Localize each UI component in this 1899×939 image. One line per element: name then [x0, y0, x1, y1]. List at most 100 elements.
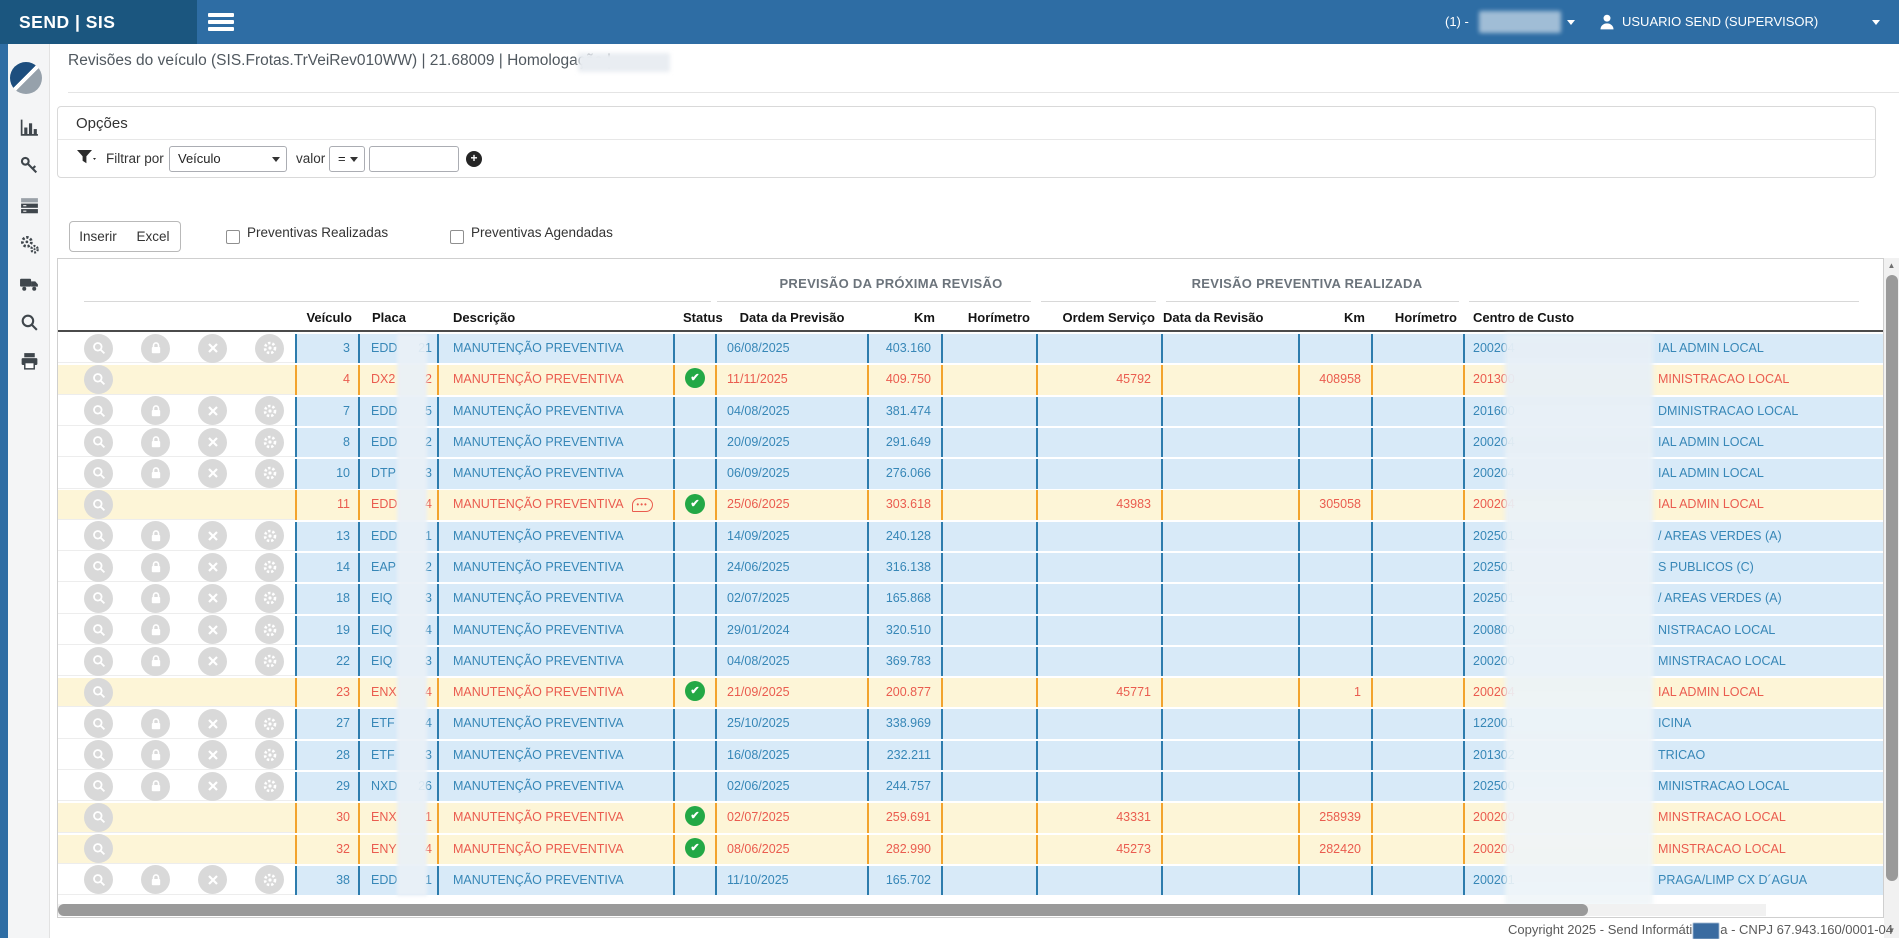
row-lock-button[interactable]	[141, 865, 170, 894]
comment-icon[interactable]	[632, 498, 653, 512]
column-header-ordem-servico[interactable]: Ordem Serviço	[1038, 303, 1161, 330]
row-delete-button[interactable]	[198, 334, 227, 363]
row-search-button[interactable]	[84, 521, 113, 550]
horizontal-scrollbar[interactable]	[58, 904, 1766, 916]
column-header-data-previsao[interactable]: Data da Previsão	[717, 303, 867, 330]
gears-icon[interactable]	[19, 234, 40, 255]
cell-descricao: MANUTENÇÃO PREVENTIVA	[439, 835, 673, 864]
filter-field-select[interactable]: Veículo	[169, 146, 287, 172]
excel-button[interactable]: Excel	[126, 221, 181, 252]
cell-data-previsao: 02/06/2025	[717, 772, 867, 801]
checkbox-preventivas-realizadas[interactable]	[226, 230, 240, 244]
filter-value-input[interactable]	[369, 146, 459, 172]
hamburger-menu-icon[interactable]	[208, 13, 234, 32]
cell-km-previsao: 200.877	[869, 678, 941, 707]
row-lock-button[interactable]	[141, 772, 170, 801]
cell-data-previsao: 08/06/2025	[717, 835, 867, 864]
vertical-scrollbar[interactable]: ▲ ▼	[1884, 258, 1899, 938]
column-header-data-revisao[interactable]: Data da Revisão	[1163, 303, 1298, 330]
row-search-button[interactable]	[84, 834, 113, 863]
row-settings-button[interactable]	[255, 459, 284, 488]
add-filter-button[interactable]: +	[466, 151, 482, 167]
row-settings-button[interactable]	[255, 615, 284, 644]
row-search-button[interactable]	[84, 490, 113, 519]
row-search-button[interactable]	[84, 584, 113, 613]
row-lock-button[interactable]	[141, 647, 170, 676]
column-header-descricao[interactable]: Descrição	[439, 303, 673, 330]
column-header-horimetro-previsao[interactable]: Horímetro	[943, 303, 1036, 330]
insert-button[interactable]: Inserir	[69, 221, 127, 252]
scroll-up-arrow[interactable]: ▲	[1884, 258, 1899, 273]
search-icon[interactable]	[19, 312, 40, 333]
row-delete-button[interactable]	[198, 428, 227, 457]
chevron-down-icon[interactable]	[1567, 20, 1575, 25]
row-lock-button[interactable]	[141, 521, 170, 550]
row-delete-button[interactable]	[198, 553, 227, 582]
row-search-button[interactable]	[84, 428, 113, 457]
row-settings-button[interactable]	[255, 740, 284, 769]
chevron-down-icon[interactable]	[1872, 20, 1880, 25]
row-delete-button[interactable]	[198, 740, 227, 769]
environment-select[interactable]	[1479, 11, 1561, 33]
row-lock-button[interactable]	[141, 584, 170, 613]
row-search-button[interactable]	[84, 334, 113, 363]
row-delete-button[interactable]	[198, 521, 227, 550]
bar-chart-icon[interactable]	[19, 117, 40, 138]
send-logo-icon[interactable]	[10, 62, 42, 94]
row-search-button[interactable]	[84, 772, 113, 801]
row-search-button[interactable]	[84, 803, 113, 832]
row-search-button[interactable]	[84, 396, 113, 425]
row-settings-button[interactable]	[255, 772, 284, 801]
truck-icon[interactable]	[19, 273, 40, 294]
column-header-placa[interactable]: Placa	[360, 303, 437, 330]
row-settings-button[interactable]	[255, 521, 284, 550]
column-header-centro-custo[interactable]: Centro de Custo	[1465, 303, 1883, 330]
horizontal-scrollbar-thumb[interactable]	[58, 904, 1588, 916]
row-search-button[interactable]	[84, 553, 113, 582]
filter-funnel-icon[interactable]	[76, 149, 98, 172]
row-search-button[interactable]	[84, 647, 113, 676]
checkbox-preventivas-agendadas[interactable]	[450, 230, 464, 244]
row-delete-button[interactable]	[198, 396, 227, 425]
row-search-button[interactable]	[84, 678, 113, 707]
row-search-button[interactable]	[84, 615, 113, 644]
vertical-scrollbar-thumb[interactable]	[1886, 275, 1898, 881]
row-lock-button[interactable]	[141, 709, 170, 738]
row-delete-button[interactable]	[198, 615, 227, 644]
column-header-km-revisao[interactable]: Km	[1300, 303, 1371, 330]
row-delete-button[interactable]	[198, 459, 227, 488]
row-settings-button[interactable]	[255, 334, 284, 363]
row-settings-button[interactable]	[255, 553, 284, 582]
printer-icon[interactable]	[19, 351, 40, 372]
row-lock-button[interactable]	[141, 615, 170, 644]
row-settings-button[interactable]	[255, 428, 284, 457]
row-search-button[interactable]	[84, 365, 113, 394]
row-settings-button[interactable]	[255, 396, 284, 425]
column-header-veiculo[interactable]: Veículo	[297, 303, 358, 330]
list-icon[interactable]	[19, 195, 40, 216]
row-delete-button[interactable]	[198, 865, 227, 894]
key-icon[interactable]	[19, 155, 40, 176]
row-delete-button[interactable]	[198, 584, 227, 613]
row-settings-button[interactable]	[255, 709, 284, 738]
row-lock-button[interactable]	[141, 553, 170, 582]
row-search-button[interactable]	[84, 740, 113, 769]
row-delete-button[interactable]	[198, 709, 227, 738]
column-header-status[interactable]: Status	[675, 303, 715, 330]
row-lock-button[interactable]	[141, 459, 170, 488]
row-search-button[interactable]	[84, 709, 113, 738]
column-header-horimetro-revisao[interactable]: Horímetro	[1373, 303, 1463, 330]
row-delete-button[interactable]	[198, 647, 227, 676]
row-lock-button[interactable]	[141, 396, 170, 425]
column-header-km-previsao[interactable]: Km	[869, 303, 941, 330]
operator-select[interactable]: =	[329, 146, 365, 172]
row-search-button[interactable]	[84, 865, 113, 894]
row-lock-button[interactable]	[141, 428, 170, 457]
row-settings-button[interactable]	[255, 647, 284, 676]
row-search-button[interactable]	[84, 459, 113, 488]
row-settings-button[interactable]	[255, 584, 284, 613]
row-delete-button[interactable]	[198, 772, 227, 801]
row-lock-button[interactable]	[141, 740, 170, 769]
row-settings-button[interactable]	[255, 865, 284, 894]
row-lock-button[interactable]	[141, 334, 170, 363]
